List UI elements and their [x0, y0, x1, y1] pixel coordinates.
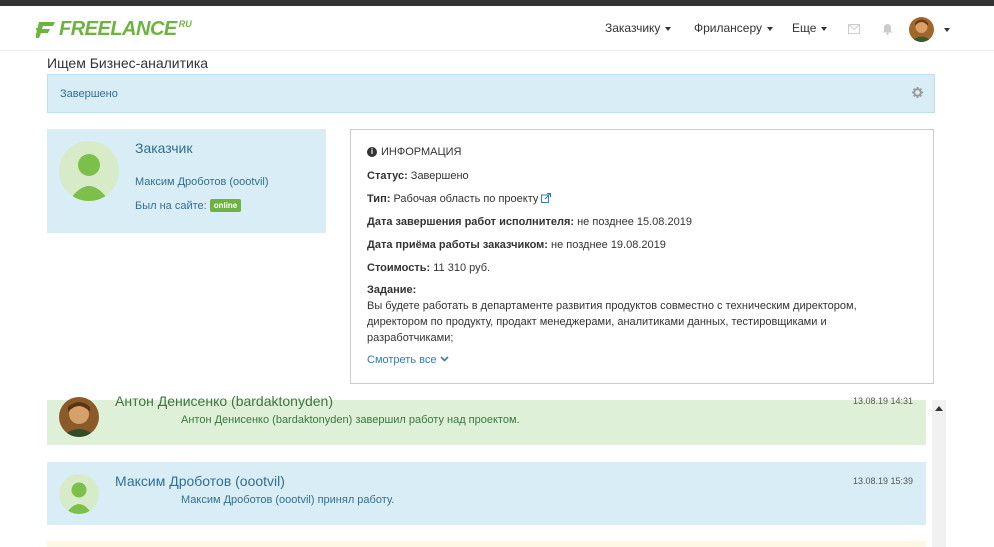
- info-status-value: Завершено: [410, 170, 469, 182]
- nav-more[interactable]: Еще: [792, 21, 828, 35]
- scroll-up-icon[interactable]: [935, 406, 943, 411]
- nav-more-label: Еще: [792, 21, 817, 35]
- chevron-down-icon: [821, 26, 828, 31]
- message-author[interactable]: Антон Денисенко (bardaktonyden): [115, 393, 333, 409]
- client-last-seen: Был на сайте: online: [135, 199, 242, 212]
- message-time: 13.08.19 14:31: [852, 396, 913, 406]
- user-photo-icon: [909, 17, 934, 42]
- user-silhouette-icon: [59, 141, 119, 201]
- info-deadline-value: не позднее 15.08.2019: [577, 216, 692, 228]
- status-badge: Завершено: [60, 88, 118, 100]
- info-deadline-label: Дата завершения работ исполнителя:: [367, 216, 575, 228]
- client-card: Заказчик Максим Дроботов (oootvil) Был н…: [47, 129, 326, 233]
- nav-customer[interactable]: Заказчику: [605, 21, 672, 35]
- info-deadline: Дата завершения работ исполнителя: не по…: [367, 216, 692, 228]
- scrollbar[interactable]: [932, 400, 946, 547]
- info-accept: Дата приёма работы заказчиком: не поздне…: [367, 239, 666, 251]
- chevron-down-icon: [665, 26, 672, 31]
- envelope-icon[interactable]: [848, 24, 860, 34]
- nav-freelancer[interactable]: Фрилансеру: [694, 21, 774, 35]
- brand-name: FREELANCE: [59, 17, 177, 40]
- nav-customer-label: Заказчику: [605, 21, 661, 35]
- info-status-label: Статус:: [367, 170, 408, 182]
- chevron-down-icon[interactable]: [944, 28, 950, 32]
- info-accept-value: не позднее 19.08.2019: [551, 239, 666, 251]
- client-seen-label: Был на сайте:: [135, 200, 207, 212]
- info-status: Статус: Завершено: [367, 170, 469, 182]
- status-bar: Завершено: [47, 74, 935, 113]
- info-type-label: Тип:: [367, 193, 391, 205]
- list-item: Антон Денисенко (bardaktonyden) 13.08.19…: [47, 393, 926, 445]
- avatar[interactable]: [59, 397, 99, 437]
- avatar[interactable]: [59, 141, 119, 201]
- page-title: Ищем Бизнес-аналитика: [47, 55, 209, 71]
- message-text: Максим Дроботов (oootvil) принял работу.: [181, 494, 395, 506]
- info-type: Тип: Рабочая область по проекту: [367, 193, 552, 205]
- show-all-link[interactable]: Смотреть все: [367, 354, 449, 366]
- client-role: Заказчик: [135, 140, 193, 156]
- user-silhouette-icon: [59, 474, 99, 514]
- external-link-icon[interactable]: [541, 193, 552, 203]
- info-cost: Стоимость: 11 310 руб.: [367, 262, 490, 274]
- info-cost-label: Стоимость:: [367, 262, 431, 274]
- user-photo-icon: [59, 397, 99, 437]
- bell-icon[interactable]: [882, 23, 893, 35]
- brand-sup: RU: [178, 19, 192, 29]
- info-accept-label: Дата приёма работы заказчиком:: [367, 239, 548, 251]
- info-task-heading: Задание:: [367, 284, 417, 296]
- chevron-down-icon: [767, 26, 774, 31]
- info-heading-text: ИНФОРМАЦИЯ: [381, 146, 462, 158]
- list-item: [47, 541, 926, 547]
- info-task-label: Задание:: [367, 284, 416, 296]
- info-task-text: Вы будете работать в департаменте развит…: [367, 300, 857, 344]
- info-cost-value: 11 310 руб.: [433, 262, 491, 274]
- chevron-down-icon: [439, 356, 449, 362]
- logo-f-icon: [36, 22, 55, 38]
- list-item: Максим Дроботов (oootvil) 13.08.19 15:39…: [47, 462, 926, 525]
- nav-freelancer-label: Фрилансеру: [694, 21, 763, 35]
- message-author[interactable]: Максим Дроботов (oootvil): [115, 473, 285, 489]
- info-icon: i: [367, 147, 377, 157]
- client-name[interactable]: Максим Дроботов (oootvil): [135, 176, 269, 188]
- gear-icon[interactable]: [912, 87, 923, 98]
- brand-logo[interactable]: FREELANCE RU: [36, 17, 192, 41]
- message-text: Антон Денисенко (bardaktonyden) завершил…: [181, 414, 520, 426]
- info-heading: i ИНФОРМАЦИЯ: [367, 146, 461, 158]
- info-type-value[interactable]: Рабочая область по проекту: [393, 193, 538, 205]
- info-panel: i ИНФОРМАЦИЯ Статус: Завершено Тип: Рабо…: [350, 129, 934, 384]
- avatar[interactable]: [59, 474, 99, 514]
- message-time: 13.08.19 15:39: [852, 476, 913, 486]
- show-all-label: Смотреть все: [367, 354, 437, 366]
- user-avatar[interactable]: [909, 17, 934, 42]
- online-badge: online: [209, 199, 242, 212]
- navbar: FREELANCE RU Заказчику Фрилансеру Еще: [0, 6, 994, 51]
